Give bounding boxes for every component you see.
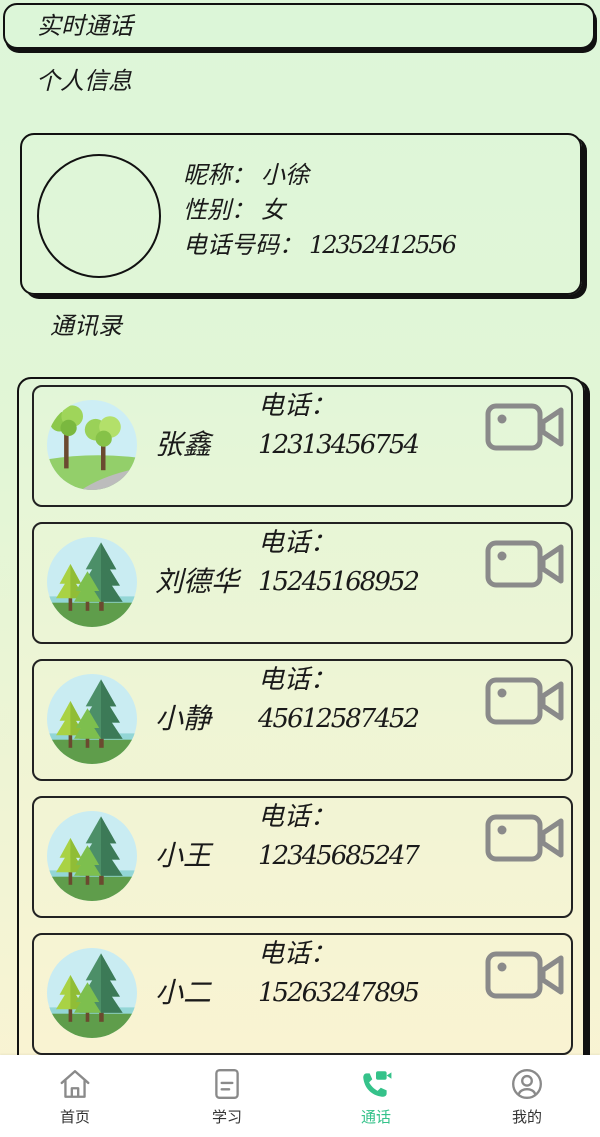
gender-value: 女: [261, 196, 285, 224]
profile-card: 昵称： 小徐 性别：女 电话号码： 12352412556: [20, 133, 582, 295]
contact-phone-label: 电话：: [258, 391, 337, 421]
contact-phone: 15263247895: [258, 978, 420, 1008]
nickname-label: 昵称：: [183, 161, 255, 189]
round-trees-avatar: [47, 400, 137, 490]
video-call-button[interactable]: [485, 814, 565, 862]
contact-phone-label: 电话：: [258, 939, 337, 969]
nav-label: 首页: [59, 1108, 90, 1126]
bottom-nav: 首页 学习 通话 我的: [0, 1055, 600, 1137]
video-call-button[interactable]: [485, 540, 565, 588]
contact-card[interactable]: 小二 电话： 15263247895: [32, 933, 573, 1055]
user-icon: [510, 1067, 544, 1101]
pine-trees-avatar: [47, 674, 137, 764]
video-camera-icon: [485, 814, 564, 862]
pine-trees-avatar: [47, 537, 137, 627]
video-camera-icon: [485, 540, 564, 588]
video-camera-icon: [485, 403, 564, 451]
nav-item-mine[interactable]: 我的: [477, 1055, 577, 1137]
nickname-row: 昵称： 小徐: [183, 158, 455, 193]
phone-label: 电话号码：: [183, 231, 303, 259]
contact-phone-label: 电话：: [258, 802, 337, 832]
nickname-value: 小徐: [261, 161, 309, 189]
contact-name: 张鑫: [155, 428, 212, 461]
gender-row: 性别：女: [183, 193, 455, 228]
page-title: 实时通话: [37, 12, 133, 40]
nav-label: 通话: [360, 1108, 391, 1126]
contact-card[interactable]: 小王 电话： 12345685247: [32, 796, 573, 918]
phone-row: 电话号码： 12352412556: [183, 228, 457, 263]
home-icon: [58, 1067, 92, 1101]
contact-phone: 15245168952: [258, 567, 420, 597]
nav-item-study[interactable]: 学习: [177, 1055, 277, 1137]
contact-name: 小二: [155, 976, 212, 1009]
contact-name: 小王: [155, 839, 212, 872]
profile-info: 昵称： 小徐 性别：女 电话号码： 12352412556: [183, 158, 457, 263]
contact-name: 小静: [155, 702, 212, 735]
contact-phone: 12345685247: [258, 841, 420, 871]
contact-phone: 45612587452: [258, 704, 420, 734]
nav-item-call[interactable]: 通话: [326, 1055, 426, 1137]
gender-label: 性别：: [183, 196, 255, 224]
contact-card[interactable]: 刘德华 电话： 15245168952: [32, 522, 573, 644]
nav-label: 学习: [211, 1108, 242, 1126]
profile-section-title: 个人信息: [36, 67, 132, 95]
contacts-section-title: 通讯录: [50, 312, 122, 340]
video-call-button[interactable]: [485, 677, 565, 725]
top-bar: 实时通话: [3, 3, 595, 49]
phone-value: 12352412556: [309, 231, 457, 259]
pine-trees-avatar: [47, 948, 137, 1038]
video-call-button[interactable]: [485, 951, 565, 999]
contact-card[interactable]: 张鑫 电话： 12313456754: [32, 385, 573, 507]
phone-call-icon: [359, 1067, 393, 1101]
video-call-button[interactable]: [485, 403, 565, 451]
contact-card[interactable]: 小静 电话： 45612587452: [32, 659, 573, 781]
document-icon: [210, 1067, 244, 1101]
video-camera-icon: [485, 677, 564, 725]
nav-item-home[interactable]: 首页: [25, 1055, 125, 1137]
contact-phone-label: 电话：: [258, 528, 337, 558]
nav-label: 我的: [511, 1108, 542, 1126]
pine-trees-avatar: [47, 811, 137, 901]
profile-avatar[interactable]: [37, 154, 161, 278]
contact-phone-label: 电话：: [258, 665, 337, 695]
contact-name: 刘德华: [155, 565, 240, 598]
contact-phone: 12313456754: [258, 430, 420, 460]
video-camera-icon: [485, 951, 564, 999]
contact-list[interactable]: 张鑫 电话： 12313456754 刘德华 电话： 15245168952 小…: [17, 377, 585, 1077]
